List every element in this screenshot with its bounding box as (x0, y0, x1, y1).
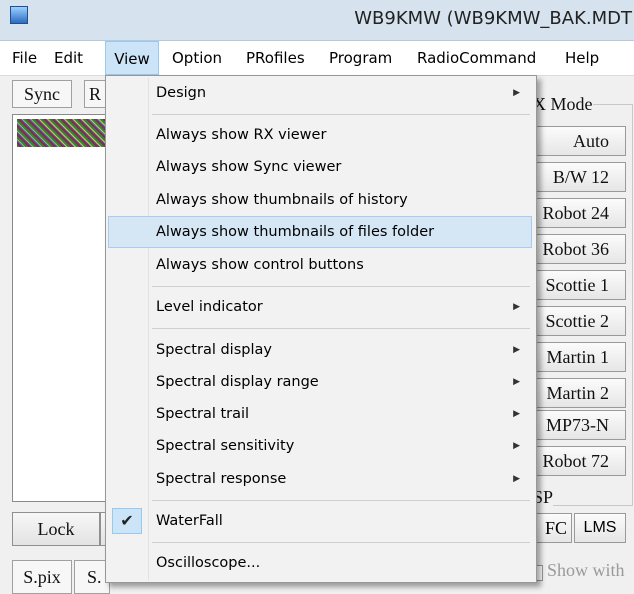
rx-mode-caption: X Mode (533, 94, 593, 115)
menu-item-level-indicator[interactable]: Level indicator ▶ (108, 292, 532, 322)
menu-radiocommand[interactable]: RadioCommand (409, 41, 544, 75)
menu-item-spectral-response[interactable]: Spectral response ▶ (108, 464, 532, 494)
menu-separator (152, 286, 530, 287)
menu-item-design[interactable]: Design ▶ (108, 78, 532, 108)
menu-separator (152, 500, 530, 501)
app-icon[interactable] (10, 6, 28, 24)
mode-martin2-button[interactable]: Martin 2 (528, 378, 626, 408)
submenu-arrow-icon: ▶ (513, 88, 520, 98)
title-bar: WB9KMW (WB9KMW_BAK.MDT (0, 0, 634, 41)
menu-item-spectral-display-range[interactable]: Spectral display range ▶ (108, 367, 532, 397)
submenu-arrow-icon: ▶ (513, 345, 520, 355)
view-menu-dropdown: Design ▶ Always show RX viewer Always sh… (105, 75, 537, 583)
menu-item-show-rx-viewer[interactable]: Always show RX viewer (108, 120, 532, 150)
menu-item-label: Always show RX viewer (156, 127, 327, 143)
mode-bw12-button[interactable]: B/W 12 (528, 162, 626, 192)
mode-scottie1-button[interactable]: Scottie 1 (528, 270, 626, 300)
mode-mp73n-button[interactable]: MP73-N (528, 410, 626, 440)
submenu-arrow-icon: ▶ (513, 377, 520, 387)
menu-item-spectral-display[interactable]: Spectral display ▶ (108, 335, 532, 365)
menu-file[interactable]: File (4, 41, 45, 75)
menu-separator (152, 542, 530, 543)
submenu-arrow-icon: ▶ (513, 409, 520, 419)
rx-thumbnail-list[interactable] (12, 114, 114, 502)
tab-spix[interactable]: S.pix (12, 560, 72, 594)
menu-item-spectral-trail[interactable]: Spectral trail ▶ (108, 399, 532, 429)
menu-item-label: Always show thumbnails of history (156, 192, 408, 208)
menu-profiles[interactable]: PRofiles (238, 41, 313, 75)
menu-item-label: Spectral display (156, 342, 272, 358)
menu-item-show-files-folder-thumbnails[interactable]: Always show thumbnails of files folder (108, 216, 532, 248)
menu-item-label: Always show thumbnails of files folder (156, 224, 435, 240)
submenu-arrow-icon: ▶ (513, 441, 520, 451)
submenu-arrow-icon: ▶ (513, 302, 520, 312)
submenu-arrow-icon: ▶ (513, 474, 520, 484)
lms-button[interactable]: LMS (574, 513, 626, 543)
mode-scottie2-button[interactable]: Scottie 2 (528, 306, 626, 336)
show-with-label: Show with (547, 560, 625, 580)
menu-item-label: Spectral display range (156, 374, 319, 390)
tab-sync[interactable]: Sync (12, 80, 72, 108)
menu-edit[interactable]: Edit (46, 41, 91, 75)
mode-robot36-button[interactable]: Robot 36 (528, 234, 626, 264)
mode-robot72-button[interactable]: Robot 72 (528, 446, 626, 476)
menu-bar: File Edit View Option PRofiles Program R… (0, 41, 634, 76)
menu-separator (152, 114, 530, 115)
menu-item-label: Always show Sync viewer (156, 159, 342, 175)
thumbnail-image[interactable] (17, 119, 105, 147)
menu-separator (152, 328, 530, 329)
menu-item-show-sync-viewer[interactable]: Always show Sync viewer (108, 152, 532, 182)
menu-item-label: Spectral trail (156, 406, 250, 422)
window-title: WB9KMW (WB9KMW_BAK.MDT (354, 8, 632, 29)
checkmark-icon: ✔ (112, 508, 142, 534)
menu-view[interactable]: View (105, 41, 159, 75)
mode-robot24-button[interactable]: Robot 24 (528, 198, 626, 228)
menu-item-waterfall[interactable]: ✔ WaterFall (108, 506, 532, 536)
menu-item-label: Spectral sensitivity (156, 438, 295, 454)
menu-item-show-history-thumbnails[interactable]: Always show thumbnails of history (108, 185, 532, 215)
menu-item-label: Design (156, 85, 207, 101)
menu-item-show-control-buttons[interactable]: Always show control buttons (108, 250, 532, 280)
mode-auto-button[interactable]: Auto (528, 126, 626, 156)
lock-button[interactable]: Lock (12, 512, 100, 546)
menu-item-label: Spectral response (156, 471, 287, 487)
menu-item-label: Always show control buttons (156, 257, 364, 273)
menu-item-oscilloscope[interactable]: Oscilloscope... (108, 548, 532, 578)
menu-option[interactable]: Option (164, 41, 230, 75)
menu-help[interactable]: Help (557, 41, 607, 75)
menu-item-spectral-sensitivity[interactable]: Spectral sensitivity ▶ (108, 431, 532, 461)
mode-martin1-button[interactable]: Martin 1 (528, 342, 626, 372)
menu-program[interactable]: Program (321, 41, 400, 75)
menu-item-label: Level indicator (156, 299, 263, 315)
menu-item-label: WaterFall (156, 513, 223, 529)
menu-item-label: Oscilloscope... (156, 555, 261, 571)
